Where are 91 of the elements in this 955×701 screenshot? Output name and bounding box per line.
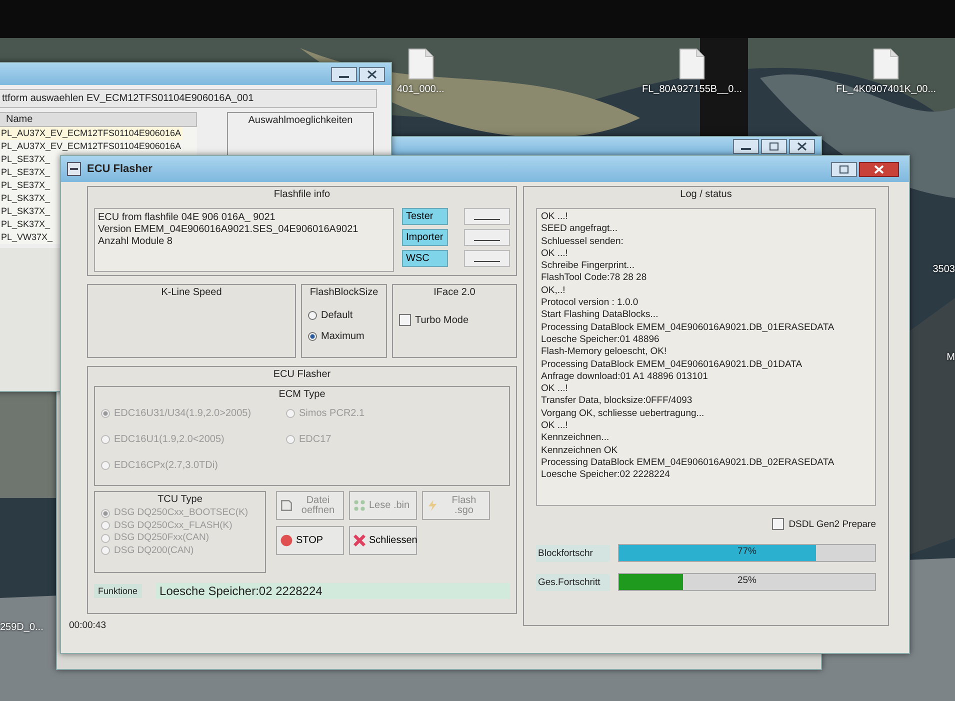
list-row[interactable]: PL_SE37X_: [0, 153, 52, 166]
tool-button[interactable]: Importer: [402, 229, 448, 246]
tool-button[interactable]: WSC: [402, 250, 448, 267]
desktop-icon-label[interactable]: 401_000...: [397, 84, 444, 95]
close-icon: [353, 534, 366, 547]
desktop-icon-label[interactable]: FL_80A927155B__0...: [642, 84, 742, 95]
radio-label[interactable]: Default: [321, 310, 353, 321]
file-icon[interactable]: [408, 48, 434, 80]
minimize-button[interactable]: [733, 138, 759, 154]
log-line: Schreibe Fingerprint...: [541, 260, 636, 272]
checkbox[interactable]: [772, 518, 784, 530]
progress-reading: 25%: [738, 575, 756, 586]
document-icon: [280, 499, 293, 512]
list-row[interactable]: PL_SK37X_: [0, 218, 52, 231]
close-button[interactable]: [359, 66, 385, 82]
column-header[interactable]: Name: [0, 112, 197, 127]
close-button[interactable]: [789, 138, 815, 154]
log-line: Kennzeichnen...: [541, 432, 610, 445]
breadcrumb-text: ttform auswaehlen EV_ECM12TFS01104E906016A_001: [0, 89, 377, 108]
minimize-button[interactable]: [331, 66, 357, 82]
log-line: FlashTool Code:78 28 28: [541, 272, 648, 285]
action-button[interactable]: Schliessen: [349, 526, 417, 555]
desktop-icon-label[interactable]: 3503: [932, 264, 955, 275]
info-line: Anzahl Module 8: [98, 236, 174, 248]
lightning-icon: [426, 499, 439, 512]
log-line: Schluessel senden:: [541, 236, 624, 248]
log-line: Flash-Memory geloescht, OK!: [541, 346, 668, 359]
radio-label[interactable]: Maximum: [321, 331, 364, 342]
window-menu-icon[interactable]: [67, 162, 81, 176]
log-line: OK ...!: [541, 383, 569, 396]
status-field: [464, 208, 510, 225]
log-line: Transfer Data, blocksize:0FFF/4093: [541, 395, 694, 408]
info-line: Version EMEM_04E906016A9021.SES_04E906016A9021: [98, 224, 360, 236]
status-field: [464, 250, 510, 267]
log-line: Kennzeichnen OK: [541, 444, 619, 457]
radio-button[interactable]: [308, 311, 317, 320]
log-line: Loesche Speicher:02 2228224: [541, 469, 671, 482]
list-row[interactable]: PL_AU37X_EV_ECM12TFS01104E906016A: [0, 140, 183, 153]
list-row[interactable]: PL_SK37X_: [0, 192, 52, 205]
list-row[interactable]: PL_VW37X_: [0, 231, 55, 244]
panel-title: K-Line Speed: [161, 286, 222, 300]
list-row[interactable]: PL_AU37X_EV_ECM12TFS01104E906016A: [0, 127, 183, 140]
panel-title: ECM Type: [278, 388, 326, 402]
elapsed-time: 00:00:43: [69, 620, 107, 631]
file-icon[interactable]: [873, 48, 900, 80]
panel-title: ECU Flasher: [273, 368, 331, 382]
stop-icon: [280, 534, 293, 547]
log-line: OK ...!: [541, 248, 569, 260]
log-line: Processing DataBlock EMEM_04E906016A9021.DB_02ERASEDATA: [541, 456, 836, 470]
log-line: OK ...!: [541, 420, 569, 432]
function-status: Loesche Speicher:02 2228224: [156, 583, 510, 599]
desktop-icon-label[interactable]: 259D_0...: [0, 622, 44, 633]
log-line: Protocol version : 1.0.0: [541, 297, 640, 310]
log-line: Anfrage download:01 A1 48896 013101: [541, 370, 709, 384]
checkbox-label[interactable]: DSDL Gen2 Prepare: [788, 518, 876, 530]
panel-title: FlashBlockSize: [310, 286, 378, 300]
panel-title: IFace 2.0: [434, 286, 476, 300]
grid-icon: [353, 499, 366, 512]
list-row[interactable]: PL_SE37X_: [0, 166, 52, 179]
maximize-button[interactable]: [761, 138, 787, 154]
maximize-button[interactable]: [831, 162, 857, 176]
checkbox-label[interactable]: Turbo Mode: [415, 314, 469, 326]
window-title: ECU Flasher: [87, 163, 152, 175]
close-button[interactable]: [859, 162, 899, 176]
progress-reading: 77%: [738, 546, 756, 557]
list-row[interactable]: PL_SE37X_: [0, 179, 52, 192]
function-label: Funktione: [94, 584, 142, 598]
status-field: [464, 229, 510, 246]
tool-button[interactable]: Tester: [402, 208, 448, 225]
panel-title: Log / status: [680, 188, 732, 202]
log-line: OK ...!: [541, 211, 569, 224]
checkbox[interactable]: [399, 314, 411, 326]
progress-label: Blockfortschr: [536, 544, 610, 562]
action-button[interactable]: STOP: [276, 526, 344, 555]
list-row[interactable]: PL_SK37X_: [0, 205, 52, 218]
log-line: Start Flashing DataBlocks...: [541, 309, 660, 322]
radio-button[interactable]: [308, 332, 317, 341]
file-icon[interactable]: [679, 48, 706, 80]
group-title: Auswahlmoeglichkeiten: [248, 115, 353, 126]
panel-title: TCU Type: [158, 493, 202, 507]
desktop-icon-label[interactable]: M: [946, 352, 955, 363]
log-line: Loesche Speicher:01 48896: [541, 334, 660, 346]
log-line: OK,..!: [541, 284, 566, 298]
progress-label: Ges.Fortschritt: [536, 574, 610, 590]
log-line: SEED angefragt...: [541, 223, 619, 236]
log-line: Processing DataBlock EMEM_04E906016A9021.DB_01DATA: [541, 358, 804, 371]
panel-title: Flashfile info: [274, 188, 330, 202]
desktop-icon-label[interactable]: FL_4K0907401K_00...: [836, 84, 936, 95]
log-line: Vorgang OK, schliesse uebertragung...: [541, 408, 706, 420]
log-line: Processing DataBlock EMEM_04E906016A9021.DB_01ERASEDATA: [541, 322, 836, 334]
info-line: ECU from flashfile 04E 906 016A_ 9021: [98, 212, 276, 224]
